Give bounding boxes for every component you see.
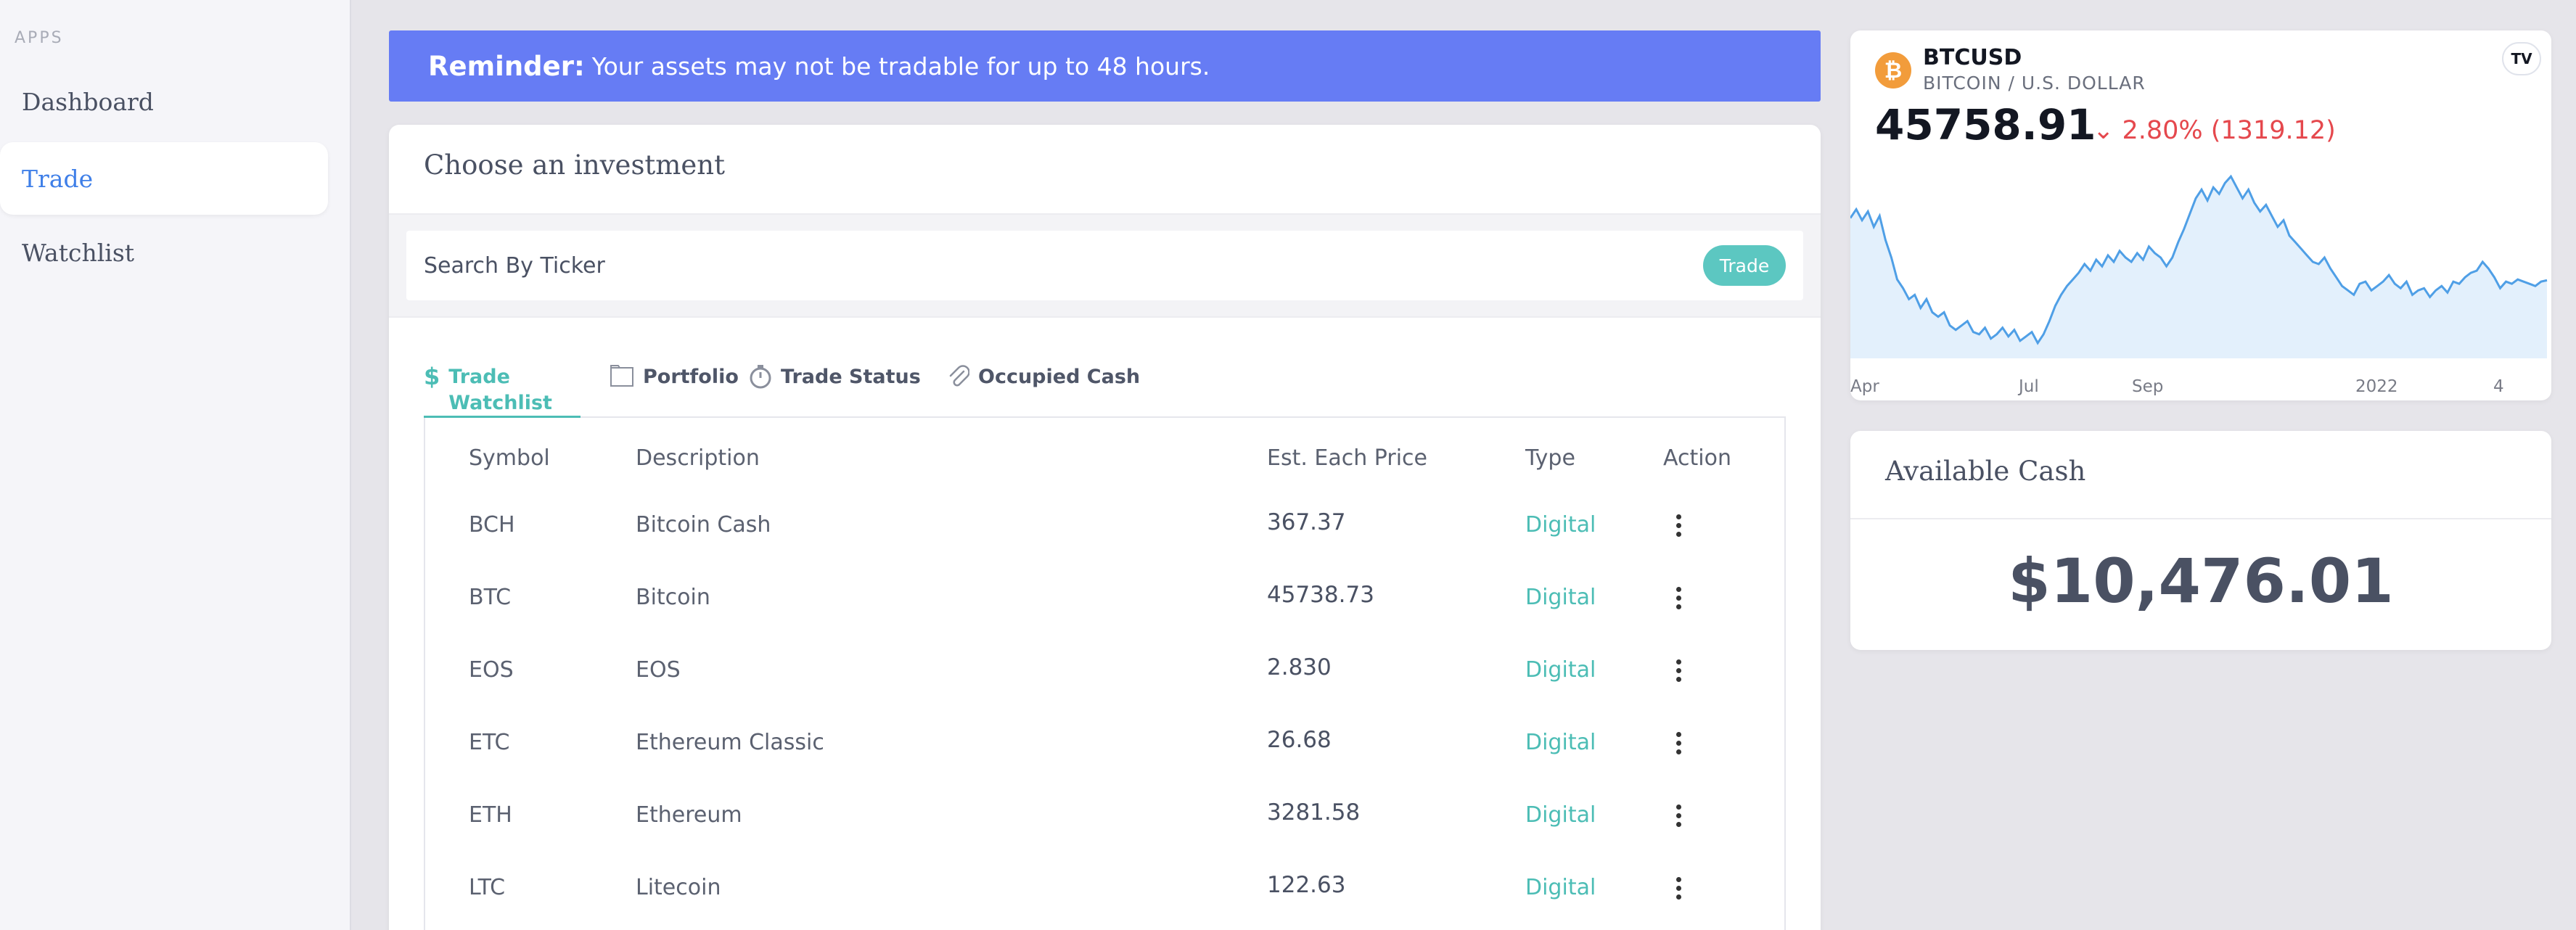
cell-price: 3281.58 xyxy=(1267,799,1361,826)
cell-type: Digital xyxy=(1525,657,1596,683)
cell-type: Digital xyxy=(1525,875,1596,900)
x-tick-label: Apr xyxy=(1850,377,1879,396)
cell-description: Bitcoin Cash xyxy=(636,512,771,538)
table-row: LTC Litecoin 122.63 Digital xyxy=(425,853,1787,926)
sidebar-section-label: APPS xyxy=(15,29,64,47)
cell-symbol: EOS xyxy=(469,657,514,683)
investment-card: Choose an investment Trade $ Trade Watch… xyxy=(389,125,1821,930)
search-input[interactable] xyxy=(406,231,1640,300)
divider xyxy=(1850,518,2551,519)
cash-title: Available Cash xyxy=(1885,456,2086,487)
table-row: ETH Ethereum 3281.58 Digital xyxy=(425,781,1787,853)
cell-price: 367.37 xyxy=(1267,509,1346,535)
sidebar-item-dashboard[interactable]: Dashboard xyxy=(0,65,328,138)
price-chart-svg xyxy=(1850,174,2548,358)
stopwatch-icon xyxy=(749,364,772,393)
cell-description: Ethereum xyxy=(636,802,742,828)
sidebar-item-trade[interactable]: Trade xyxy=(0,142,328,215)
x-tick-label: Sep xyxy=(2132,377,2164,396)
table-row: ETC Ethereum Classic 26.68 Digital xyxy=(425,708,1787,781)
row-action-menu-button[interactable] xyxy=(1668,728,1689,757)
watchlist-table: Symbol Description Est. Each Price Type … xyxy=(424,418,1786,930)
available-cash-card: Available Cash $10,476.01 xyxy=(1850,431,2551,650)
cell-type: Digital xyxy=(1525,802,1596,828)
ticker-widget[interactable]: ₿ BTCUSD BITCOIN / U.S. DOLLAR TV 45758.… xyxy=(1850,30,2551,400)
sidebar: APPS Dashboard Trade Watchlist xyxy=(0,0,351,930)
reminder-title: Reminder: xyxy=(428,50,585,82)
cell-description: Litecoin xyxy=(636,875,721,900)
tradingview-logo-icon[interactable]: TV xyxy=(2502,42,2541,75)
x-tick-label: Jul xyxy=(2019,377,2039,396)
tab-label: Portfolio xyxy=(643,366,739,388)
search-box: Trade xyxy=(406,231,1803,300)
cell-symbol: LTC xyxy=(469,875,506,900)
cell-price: 2.830 xyxy=(1267,654,1332,680)
column-header-type: Type xyxy=(1525,445,1575,471)
row-action-menu-button[interactable] xyxy=(1668,801,1689,830)
column-header-price: Est. Each Price xyxy=(1267,445,1427,471)
reminder-text: Your assets may not be tradable for up t… xyxy=(591,52,1210,81)
ticker-pair: BITCOIN / U.S. DOLLAR xyxy=(1923,73,2146,94)
tab-bar: $ Trade Watchlist Portfolio Trade Status… xyxy=(424,364,1786,418)
card-title: Choose an investment xyxy=(424,149,725,181)
cash-amount: $10,476.01 xyxy=(2008,546,2394,617)
cell-symbol: BCH xyxy=(469,512,515,538)
tab-portfolio[interactable]: Portfolio xyxy=(610,364,739,418)
column-header-description: Description xyxy=(636,445,760,471)
column-header-action: Action xyxy=(1663,445,1731,471)
paperclip-icon xyxy=(948,364,970,393)
table-row: BTC Bitcoin 45738.73 Digital xyxy=(425,563,1787,635)
tab-trade-status[interactable]: Trade Status xyxy=(749,364,921,418)
x-tick-label: 4 xyxy=(2493,377,2504,396)
x-tick-label: 2022 xyxy=(2355,377,2398,396)
search-bar: Trade xyxy=(389,213,1821,318)
row-action-menu-button[interactable] xyxy=(1668,873,1689,902)
chart-area-fill xyxy=(1850,176,2547,358)
tab-label: Trade Status xyxy=(781,366,921,388)
cell-price: 45738.73 xyxy=(1267,582,1374,608)
reminder-banner: Reminder: Your assets may not be tradabl… xyxy=(389,30,1821,102)
cell-type: Digital xyxy=(1525,512,1596,538)
ticker-change: ⌄ 2.80% (1319.12) xyxy=(2093,116,2336,145)
tab-label: Trade Watchlist xyxy=(448,366,552,414)
tab-label: Occupied Cash xyxy=(978,366,1141,388)
cell-description: Ethereum Classic xyxy=(636,730,824,755)
cell-price: 122.63 xyxy=(1267,872,1346,898)
ticker-symbol: BTCUSD xyxy=(1923,45,2022,70)
table-row: BCH Bitcoin Cash 367.37 Digital xyxy=(425,490,1787,563)
trade-button[interactable]: Trade xyxy=(1703,245,1786,286)
column-header-symbol: Symbol xyxy=(469,445,550,471)
cell-type: Digital xyxy=(1525,585,1596,610)
dollar-icon: $ xyxy=(424,363,440,390)
ticker-price: 45758.91 xyxy=(1875,100,2096,149)
cell-price: 26.68 xyxy=(1267,727,1332,753)
cell-description: EOS xyxy=(636,657,681,683)
folder-icon xyxy=(610,364,634,392)
tab-trade-watchlist[interactable]: $ Trade Watchlist xyxy=(424,364,581,418)
cell-symbol: ETH xyxy=(469,802,512,828)
cell-symbol: BTC xyxy=(469,585,512,610)
sidebar-item-watchlist[interactable]: Watchlist xyxy=(0,216,328,289)
cell-description: Bitcoin xyxy=(636,585,710,610)
bitcoin-icon: ₿ xyxy=(1875,52,1911,89)
row-action-menu-button[interactable] xyxy=(1668,511,1689,540)
tab-occupied-cash[interactable]: Occupied Cash xyxy=(948,364,1140,418)
cell-type: Digital xyxy=(1525,730,1596,755)
row-action-menu-button[interactable] xyxy=(1668,656,1689,685)
price-chart: Apr Jul Sep 2022 4 xyxy=(1850,161,2551,400)
cell-symbol: ETC xyxy=(469,730,510,755)
row-action-menu-button[interactable] xyxy=(1668,583,1689,612)
table-row: EOS EOS 2.830 Digital xyxy=(425,635,1787,708)
